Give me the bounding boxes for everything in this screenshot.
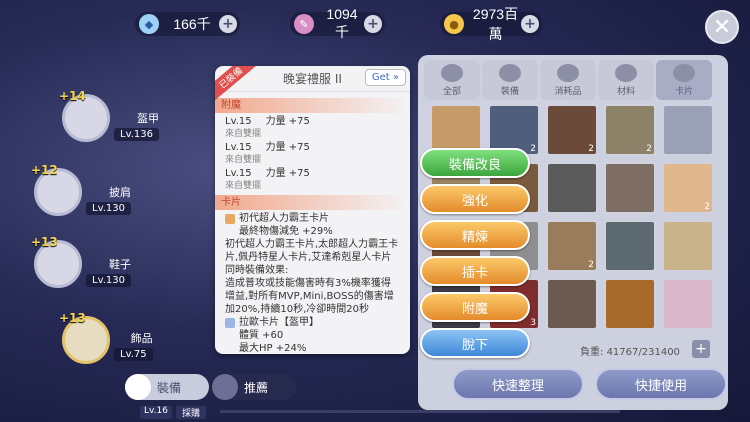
- slot-cape[interactable]: +12 披肩 Lv.130: [31, 163, 131, 216]
- item-title: 晚宴禮服 II: [283, 72, 342, 86]
- card-slot[interactable]: [546, 278, 598, 330]
- add-diamond-button[interactable]: +: [219, 15, 237, 33]
- player-level: Lv.16: [140, 406, 172, 419]
- card-slot[interactable]: 2: [546, 104, 598, 156]
- feather-value: 1094千: [326, 6, 358, 40]
- refine-level: +13: [59, 311, 86, 325]
- item-count: 2: [646, 144, 652, 154]
- tooltip-header: 已裝備 晚宴禮服 II Get »: [215, 66, 410, 104]
- card-set-desc: 初代超人力霸王卡片,太郎超人力霸王卡片,佩丹特星人卡片,艾達希剋星人卡片同時裝備…: [225, 239, 399, 276]
- refine-level: +14: [59, 89, 86, 103]
- tab-all[interactable]: 全部: [424, 60, 480, 100]
- diamond-currency: ◆ 166千 +: [135, 12, 240, 36]
- chart-icon: [212, 374, 238, 400]
- card-icon: [225, 214, 235, 224]
- add-coin-button[interactable]: +: [521, 15, 539, 33]
- tab-cards[interactable]: 卡片: [656, 60, 712, 100]
- enchant-entry: Lv.15 力量 +75 來自雙擺: [225, 142, 310, 165]
- upgrade-equipment-button[interactable]: 裝備改良: [420, 148, 530, 178]
- slot-armor[interactable]: +14 盔甲 Lv.136: [59, 89, 159, 142]
- item-count: 2: [588, 144, 594, 154]
- card-slot[interactable]: [662, 104, 714, 156]
- coin-icon: ●: [444, 14, 464, 34]
- armor-icon: +14: [59, 89, 110, 142]
- refine-level: +13: [31, 235, 58, 249]
- shirt-icon: [125, 374, 151, 400]
- card-entry: 拉歐卡片【盔甲】 體質 +60 最大HP +24%: [225, 316, 400, 354]
- coin-value: 2973百萬: [472, 6, 519, 42]
- quick-use-button[interactable]: 快捷使用: [595, 368, 727, 400]
- action-menu: 裝備改良 強化 精煉 插卡 附魔 脫下: [420, 148, 530, 364]
- cape-icon: +12: [31, 163, 82, 216]
- enchant-section-header: 附魔: [215, 98, 410, 113]
- player-info: Lv.16 採購: [140, 406, 206, 419]
- card-slot[interactable]: 2: [662, 162, 714, 214]
- card-slot[interactable]: 2: [546, 220, 598, 272]
- scrollbar[interactable]: [220, 410, 620, 413]
- unequip-button[interactable]: 脫下: [420, 328, 530, 358]
- slot-level: Lv.130: [86, 273, 131, 287]
- card-slot[interactable]: [662, 220, 714, 272]
- weight-label: 負重:: [580, 347, 604, 358]
- slot-name: 披肩: [108, 185, 131, 199]
- slot-name: 飾品: [130, 331, 153, 345]
- weight-value: 41767/231400: [606, 347, 680, 358]
- slot-name: 鞋子: [108, 257, 131, 271]
- weight-display: 負重: 41767/231400: [580, 343, 680, 358]
- enchant-entry: Lv.15 力量 +75 來自雙擺: [225, 168, 310, 191]
- coin-currency: ● 2973百萬 +: [440, 6, 542, 42]
- equipment-icon: [499, 63, 521, 82]
- inventory-tabs: 全部 裝備 消耗品 材料 卡片: [424, 60, 712, 100]
- potion-icon: [557, 63, 579, 82]
- enchant-button[interactable]: 附魔: [420, 292, 530, 322]
- get-button[interactable]: Get »: [364, 69, 406, 86]
- card-icon: [673, 63, 695, 82]
- tab-recommend[interactable]: 推薦: [212, 374, 296, 400]
- accessory-icon: +13: [59, 311, 110, 364]
- tab-consumables[interactable]: 消耗品: [540, 60, 596, 100]
- slot-level: Lv.136: [114, 127, 159, 141]
- item-tooltip: 已裝備 晚宴禮服 II Get » 附魔 Lv.15 力量 +75 來自雙擺 Lv…: [215, 66, 410, 354]
- player-name: 採購: [175, 406, 206, 419]
- diamond-value: 166千: [173, 16, 211, 32]
- enhance-button[interactable]: 強化: [420, 184, 530, 214]
- item-count: 3: [530, 318, 536, 328]
- feather-currency: ✎ 1094千 +: [290, 6, 385, 40]
- card-slot[interactable]: [546, 162, 598, 214]
- slot-name: 盔甲: [136, 111, 159, 125]
- card-slot[interactable]: [604, 278, 656, 330]
- slot-level: Lv.130: [86, 201, 131, 215]
- card-entry: 初代超人力霸王卡片 最終物傷減免 +29%: [225, 212, 400, 238]
- card-icon: [225, 318, 235, 328]
- diamond-icon: ◆: [139, 14, 159, 34]
- close-icon[interactable]: ✕: [705, 10, 739, 44]
- item-count: 2: [588, 260, 594, 270]
- shoes-icon: +13: [31, 235, 82, 288]
- refine-button[interactable]: 精煉: [420, 220, 530, 250]
- card-section-header: 卡片: [215, 195, 410, 210]
- tab-equipment[interactable]: 裝備: [482, 60, 538, 100]
- slot-level: Lv.75: [114, 347, 153, 361]
- slot-accessory[interactable]: +13 飾品 Lv.75: [59, 311, 153, 364]
- tab-materials[interactable]: 材料: [598, 60, 654, 100]
- insert-card-button[interactable]: 插卡: [420, 256, 530, 286]
- refine-level: +12: [31, 163, 58, 177]
- slot-shoes[interactable]: +13 鞋子 Lv.130: [31, 235, 131, 288]
- item-count: 2: [530, 144, 536, 154]
- card-set-effect: 造成普攻或技能傷害時有3%機率獲得增益,對所有MVP,Mini,BOSS的傷害增…: [225, 278, 394, 315]
- all-icon: [441, 63, 463, 82]
- expand-weight-button[interactable]: +: [692, 340, 710, 358]
- tab-equip[interactable]: 裝備: [125, 374, 209, 400]
- card-slot[interactable]: [662, 278, 714, 330]
- add-feather-button[interactable]: +: [364, 15, 382, 33]
- card-slot[interactable]: [604, 220, 656, 272]
- feather-icon: ✎: [294, 14, 314, 34]
- enchant-entry: Lv.15 力量 +75 來自雙擺: [225, 116, 310, 139]
- item-count: 2: [704, 202, 710, 212]
- quick-sort-button[interactable]: 快速整理: [452, 368, 584, 400]
- materials-icon: [615, 63, 637, 82]
- card-slot[interactable]: 2: [604, 104, 656, 156]
- card-slot[interactable]: [604, 162, 656, 214]
